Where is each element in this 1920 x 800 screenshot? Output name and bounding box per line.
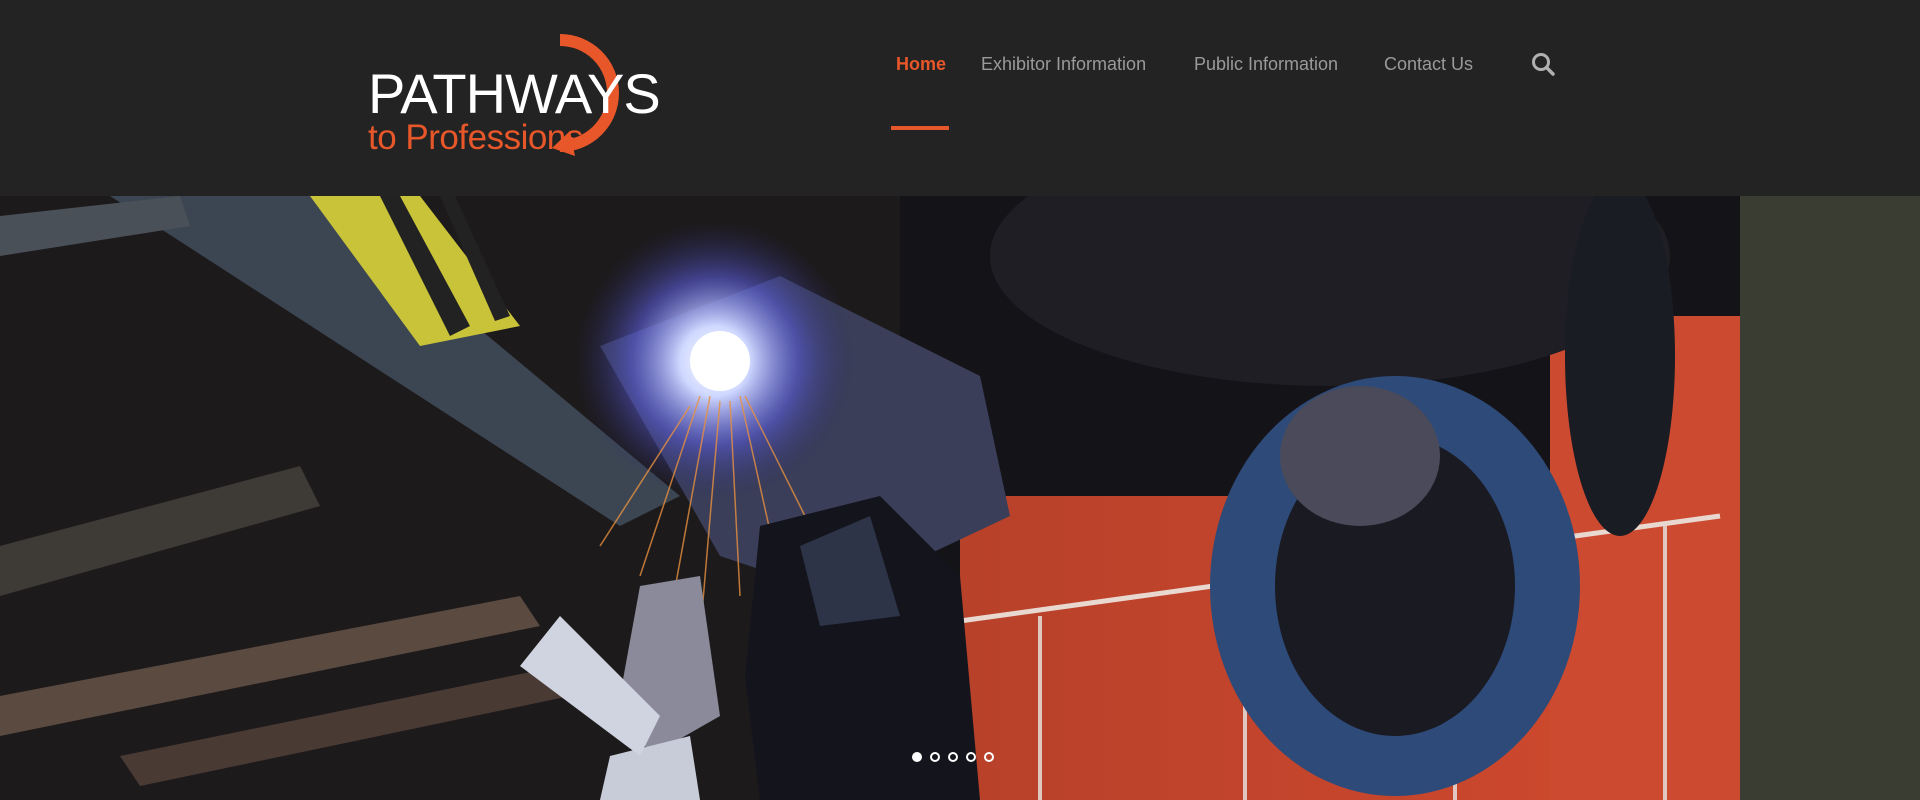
hero-slider[interactable] <box>0 196 1920 800</box>
nav-contact-us[interactable]: Contact Us <box>1384 54 1473 75</box>
slider-dot-4[interactable] <box>966 752 976 762</box>
slider-dot-1[interactable] <box>912 752 922 762</box>
site-logo[interactable]: PATHWAYS to Professions <box>360 28 661 163</box>
site-header: PATHWAYS to Professions Home Exhibitor I… <box>0 0 1920 196</box>
logo-subtitle: to Professions <box>368 118 583 157</box>
slider-dot-5[interactable] <box>984 752 994 762</box>
hero-image-welding <box>0 196 1920 800</box>
nav-home[interactable]: Home <box>896 54 946 75</box>
slider-pagination <box>912 752 994 762</box>
slider-dot-3[interactable] <box>948 752 958 762</box>
slider-dot-2[interactable] <box>930 752 940 762</box>
logo-title: PATHWAYS <box>368 62 661 125</box>
nav-public-information[interactable]: Public Information <box>1194 54 1338 75</box>
search-icon[interactable] <box>1530 51 1556 77</box>
active-nav-indicator <box>891 126 949 130</box>
nav-exhibitor-information[interactable]: Exhibitor Information <box>981 54 1146 75</box>
